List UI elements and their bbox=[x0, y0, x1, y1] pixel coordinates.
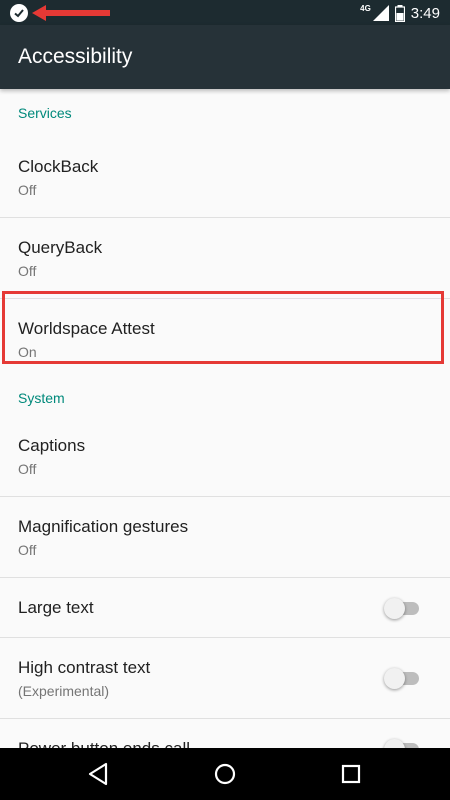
setting-title: Large text bbox=[18, 598, 94, 617]
setting-clockback[interactable]: ClockBack Off bbox=[0, 137, 450, 218]
section-header-services: Services bbox=[18, 105, 72, 121]
clock: 3:49 bbox=[410, 4, 440, 22]
home-icon[interactable] bbox=[212, 761, 238, 787]
recents-icon[interactable] bbox=[338, 761, 364, 787]
setting-title: High contrast text bbox=[18, 658, 151, 677]
setting-power-button-ends-call[interactable]: Power button ends call bbox=[0, 719, 450, 748]
status-icons: 4G 3:49 bbox=[360, 3, 440, 23]
setting-title: Power button ends call bbox=[18, 739, 190, 748]
setting-large-text[interactable]: Large text bbox=[0, 578, 450, 638]
toggle-thumb bbox=[384, 598, 405, 619]
toggle-thumb bbox=[384, 668, 405, 689]
setting-title: Magnification gestures bbox=[18, 517, 189, 536]
setting-summary: On bbox=[18, 344, 37, 360]
setting-queryback[interactable]: QueryBack Off bbox=[0, 218, 450, 299]
setting-title: Captions bbox=[18, 436, 86, 455]
setting-title: ClockBack bbox=[18, 157, 99, 176]
setting-summary: (Experimental) bbox=[18, 683, 110, 699]
battery-icon bbox=[394, 4, 405, 22]
setting-title: Worldspace Attest bbox=[18, 319, 155, 338]
power-button-ends-call-toggle[interactable] bbox=[384, 738, 420, 748]
network-type: 4G bbox=[360, 3, 371, 13]
status-bar: 4G 3:49 bbox=[0, 0, 450, 25]
page-title: Accessibility bbox=[18, 45, 133, 68]
signal-icon bbox=[372, 5, 389, 21]
setting-magnification-gestures[interactable]: Magnification gestures Off bbox=[0, 497, 450, 578]
app-bar: Accessibility bbox=[0, 25, 450, 89]
check-circle-icon bbox=[10, 4, 28, 22]
setting-captions[interactable]: Captions Off bbox=[0, 416, 450, 497]
section-header-system: System bbox=[18, 390, 65, 406]
red-arrow-icon bbox=[32, 5, 110, 21]
setting-high-contrast-text[interactable]: High contrast text (Experimental) bbox=[0, 638, 450, 719]
setting-summary: Off bbox=[18, 182, 37, 198]
high-contrast-text-toggle[interactable] bbox=[384, 667, 420, 689]
large-text-toggle[interactable] bbox=[384, 597, 420, 619]
setting-summary: Off bbox=[18, 263, 37, 279]
settings-list[interactable]: Services ClockBack Off QueryBack Off Wor… bbox=[0, 89, 450, 748]
setting-worldspace-attest[interactable]: Worldspace Attest On bbox=[0, 299, 450, 380]
navigation-bar bbox=[0, 748, 450, 800]
back-icon[interactable] bbox=[86, 761, 112, 787]
setting-summary: Off bbox=[18, 461, 37, 477]
setting-summary: Off bbox=[18, 542, 37, 558]
setting-title: QueryBack bbox=[18, 238, 103, 257]
toggle-thumb bbox=[384, 739, 405, 748]
